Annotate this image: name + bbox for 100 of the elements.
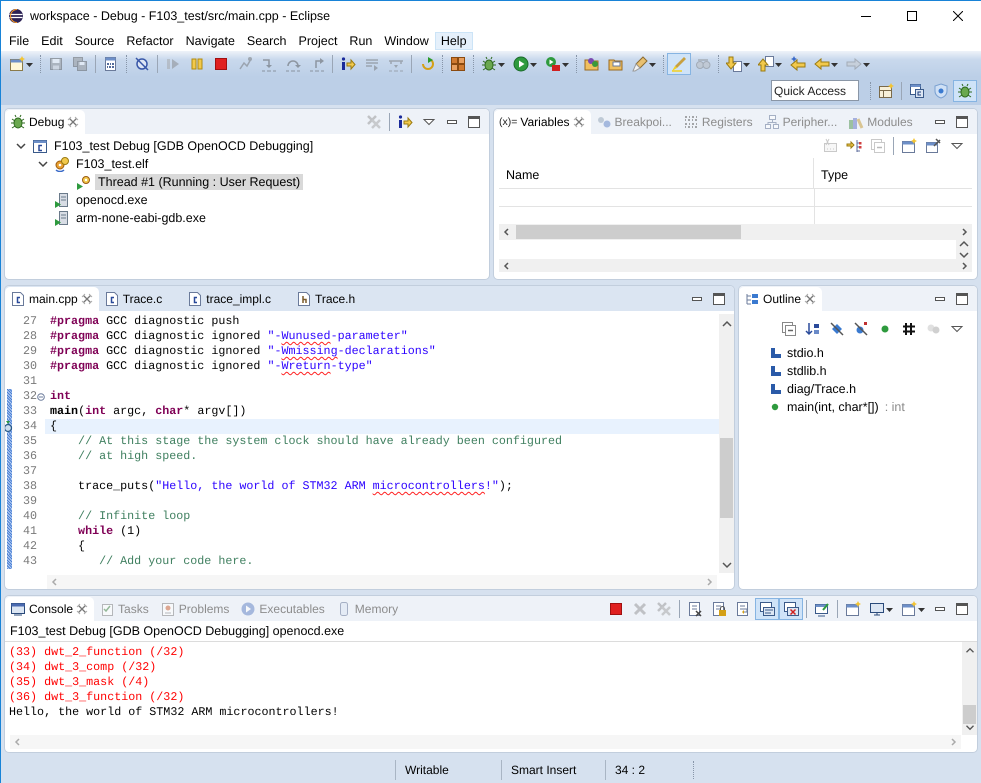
menu-item[interactable]: Window xyxy=(378,32,435,50)
quick-access-field[interactable]: Quick Access xyxy=(771,80,859,101)
scroll-left-icon xyxy=(502,260,510,270)
outline-item[interactable]: stdlib.h xyxy=(787,364,827,378)
console-icon xyxy=(10,601,26,617)
menu-item[interactable]: Refactor xyxy=(120,32,180,50)
process-icon xyxy=(54,210,70,226)
code-line: int xyxy=(49,389,72,404)
line-number: 37 xyxy=(22,464,37,479)
h-file-icon xyxy=(296,291,312,307)
close-icon xyxy=(804,293,816,305)
registers-icon xyxy=(682,114,699,130)
console-line: (35) dwt_3_mask (/4) xyxy=(9,675,150,690)
line-number: 30 xyxy=(22,359,37,374)
peripherals-icon xyxy=(764,114,780,130)
scroll-left-icon xyxy=(50,577,58,587)
console-title: F103_test Debug [GDB OpenOCD Debugging] openocd.exe xyxy=(5,621,977,642)
code-line: // At this stage the system clock should have already been configured xyxy=(77,434,563,449)
column-header[interactable]: Name xyxy=(499,158,814,188)
tasks-icon xyxy=(99,601,116,617)
code-line: { xyxy=(77,539,86,554)
process-icon xyxy=(54,192,70,208)
menu-item[interactable]: Navigate xyxy=(180,32,241,50)
breakpoints-icon xyxy=(596,114,612,130)
menu-item[interactable]: File xyxy=(3,32,36,50)
bug-icon xyxy=(10,114,26,130)
scroll-down-icon xyxy=(720,561,732,569)
code-line: // at high speed. xyxy=(77,449,198,464)
c-file-icon xyxy=(187,291,204,307)
outline-item[interactable]: main(int, char*[]) xyxy=(787,400,879,414)
outline-item[interactable]: stdio.h xyxy=(787,346,824,360)
bug-icon[interactable] xyxy=(953,80,977,102)
code-line: // Add your code here. xyxy=(98,554,254,569)
line-number: 33 xyxy=(22,404,37,419)
code-line: // Infinite loop xyxy=(77,509,192,524)
show-output-icon[interactable] xyxy=(755,598,779,620)
scroll-down-icon xyxy=(964,724,976,732)
c-file-icon xyxy=(10,291,26,307)
view-tab[interactable]: trace_impl.c xyxy=(182,287,291,311)
c-launch-icon xyxy=(32,138,48,154)
scrollbar-thumb[interactable] xyxy=(516,225,741,239)
line-number: 27 xyxy=(22,314,37,329)
menu-item[interactable]: Project xyxy=(292,32,344,50)
menu-item[interactable]: Source xyxy=(68,32,120,50)
tree-item[interactable]: openocd.exe xyxy=(73,192,151,208)
line-number: 36 xyxy=(22,449,37,464)
vertical-scrollbar[interactable] xyxy=(719,314,734,573)
code-line: while (1) xyxy=(77,524,142,539)
horizontal-scrollbar[interactable] xyxy=(47,575,717,589)
menu-item[interactable]: Edit xyxy=(35,32,69,50)
console-line: (34) dwt_3_comp (/32) xyxy=(9,660,158,675)
line-number: 43 xyxy=(22,554,37,569)
menu-item[interactable]: Help xyxy=(434,32,473,50)
executables-icon xyxy=(240,601,256,617)
code-line: trace_puts("Hello, the world of STM32 ARM microcontrollers!"); xyxy=(77,479,514,494)
tree-item[interactable]: F103_test.elf xyxy=(73,156,152,172)
view-tab[interactable]: Console xyxy=(5,597,94,621)
thread-icon xyxy=(76,174,92,190)
scroll-up-icon xyxy=(964,647,976,654)
show-error-icon[interactable] xyxy=(779,598,803,620)
gears-icon xyxy=(54,156,70,172)
outline-item[interactable]: diag/Trace.h xyxy=(787,382,856,396)
line-number: 40 xyxy=(22,509,37,524)
code-line: #pragma GCC diagnostic ignored "-Wreturn-type" xyxy=(49,359,374,374)
status-field: Writable xyxy=(395,760,501,780)
view-tab[interactable]: Debug xyxy=(5,110,86,134)
scroll-right-icon xyxy=(950,737,958,747)
problems-icon xyxy=(160,601,176,617)
view-tab[interactable]: (x)= Variables xyxy=(494,110,591,134)
scroll-right-icon xyxy=(961,260,969,270)
menu-item[interactable]: Run xyxy=(343,32,378,50)
tree-item[interactable]: Thread #1 (Running : User Request) xyxy=(95,174,304,190)
column-header[interactable]: Type xyxy=(814,158,856,188)
line-number: 32 xyxy=(22,389,37,404)
horizontal-scrollbar[interactable] xyxy=(499,224,972,240)
code-line: #pragma GCC diagnostic push xyxy=(49,314,240,329)
scroll-up-icon xyxy=(720,320,732,328)
menu-item[interactable]: Search xyxy=(240,32,293,50)
scroll-left-icon xyxy=(13,737,21,747)
line-number: 39 xyxy=(22,494,37,509)
line-number: 35 xyxy=(22,434,37,449)
horizontal-scrollbar[interactable] xyxy=(10,735,961,749)
return-type: : int xyxy=(884,400,905,414)
console-line: (33) dwt_2_function (/32) xyxy=(9,645,186,660)
view-tab[interactable]: main.cpp xyxy=(5,287,99,311)
code-line: #pragma GCC diagnostic ignored "-Wmissing-declarations" xyxy=(49,344,437,359)
view-tab[interactable]: Trace.c xyxy=(98,287,182,311)
line-number: 42 xyxy=(22,539,37,554)
fold-icon[interactable] xyxy=(37,392,45,400)
view-tab[interactable]: Trace.h xyxy=(290,287,376,311)
view-tab[interactable]: Outline xyxy=(739,287,822,311)
scroll-left-icon xyxy=(502,227,510,237)
horizontal-scrollbar[interactable] xyxy=(499,259,972,272)
vertical-scrollbar[interactable] xyxy=(962,642,977,735)
scrollbar-thumb[interactable] xyxy=(963,705,976,724)
scrollbar-thumb[interactable] xyxy=(720,438,733,518)
tree-item[interactable]: arm-none-eabi-gdb.exe xyxy=(73,210,209,226)
console-line: (36) dwt_3_function (/32) xyxy=(9,690,186,705)
scroll-right-icon xyxy=(706,577,714,587)
tree-item[interactable]: F103_test Debug [GDB OpenOCD Debugging] xyxy=(51,138,316,154)
